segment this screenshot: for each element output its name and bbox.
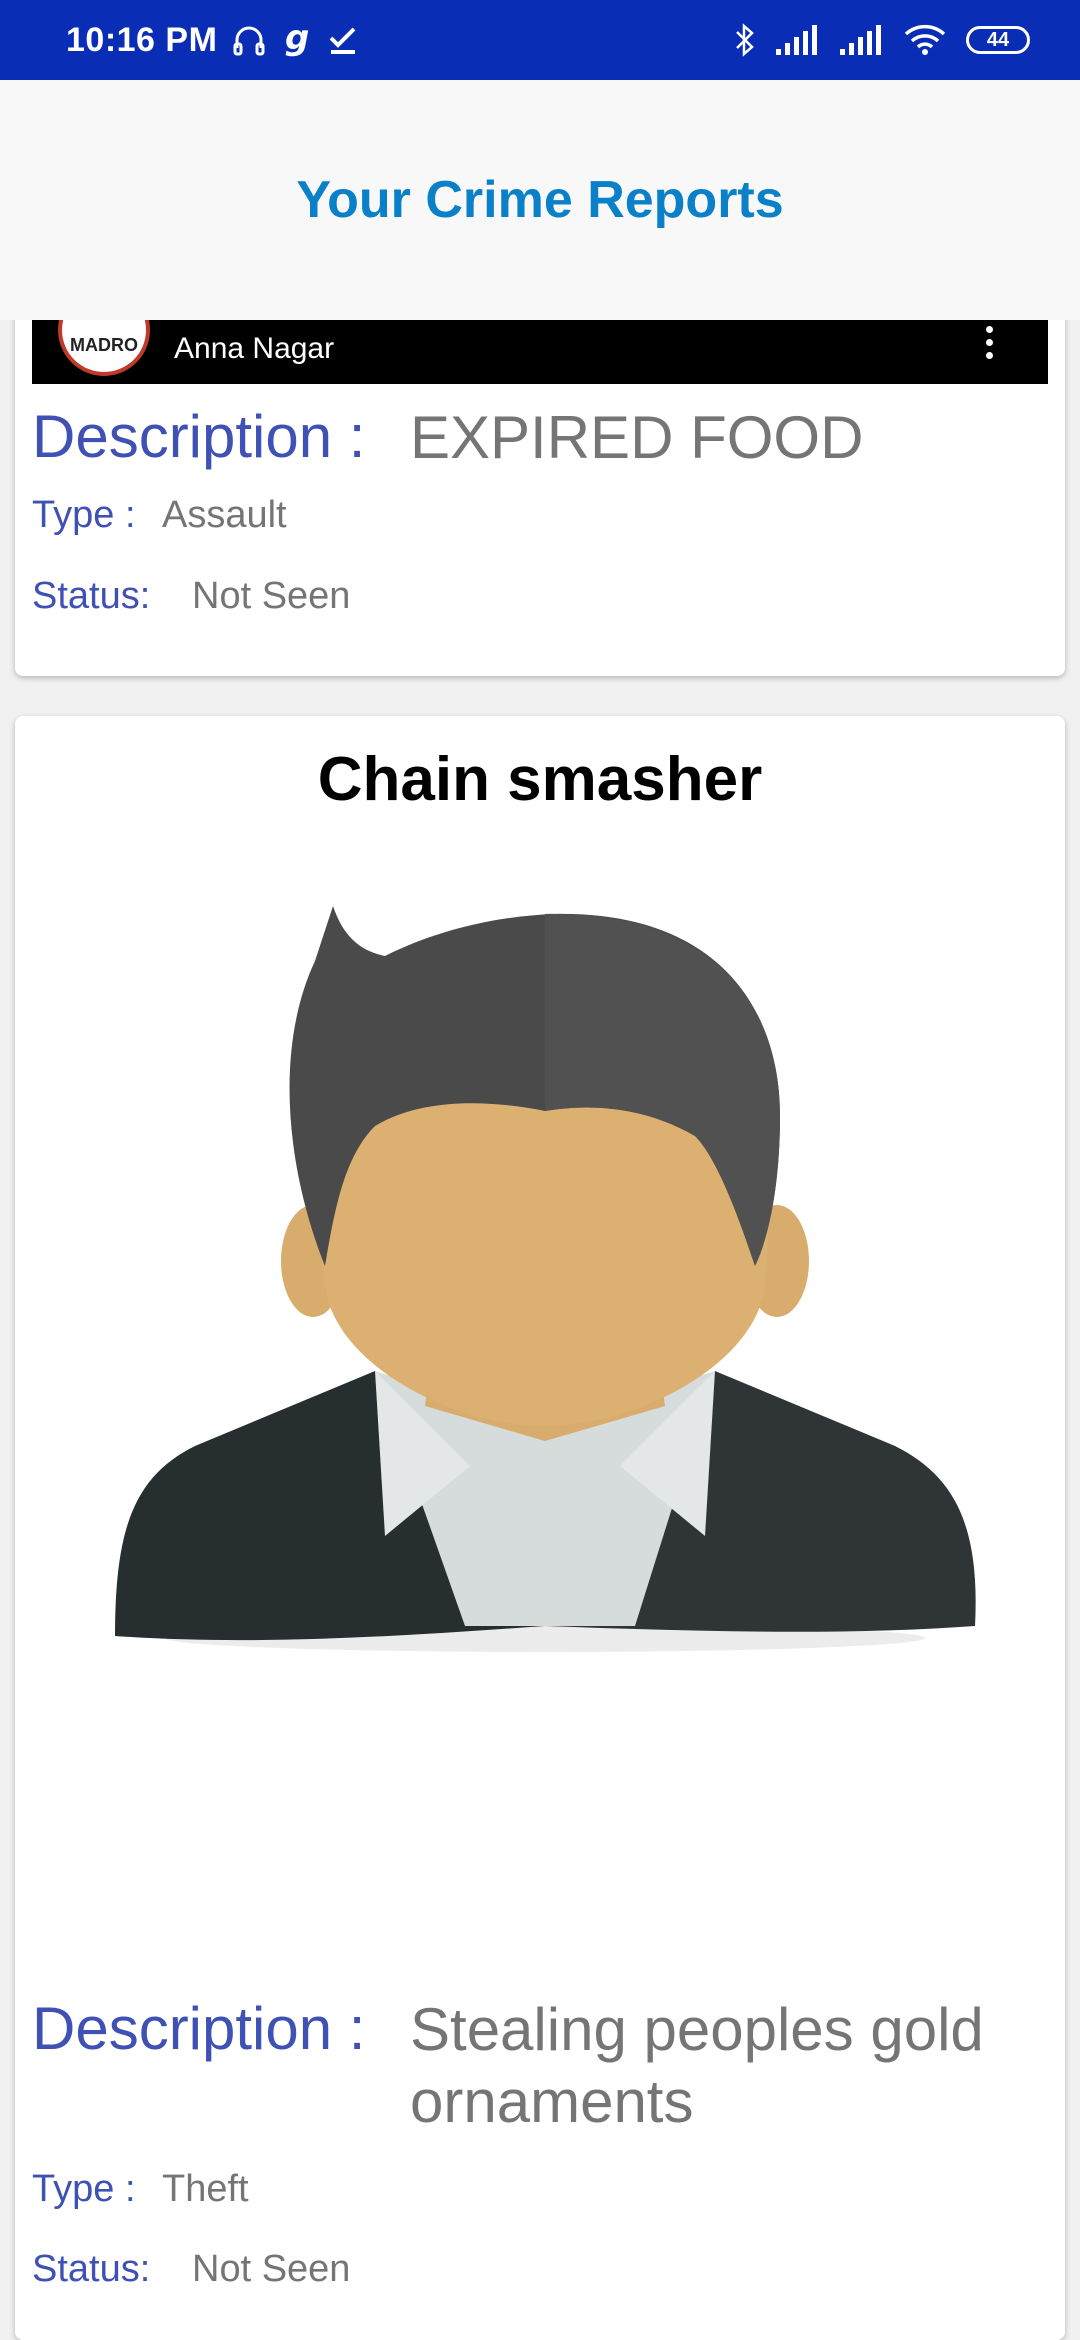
type-row: Type : Theft: [32, 2168, 249, 2211]
signal-icon: [840, 25, 881, 55]
status-value: Not Seen: [192, 575, 351, 617]
wifi-icon: [904, 24, 946, 55]
status-system-icons: 44: [734, 22, 1030, 58]
type-value: Assault: [162, 494, 287, 536]
report-card[interactable]: MADRO Anna Nagar Description : EXPIRED F…: [15, 320, 1065, 676]
description-value: Stealing peoples gold ornaments: [410, 1996, 984, 2135]
type-label: Type :: [32, 2168, 136, 2210]
video-location: Anna Nagar: [174, 332, 335, 365]
battery-icon: 44: [966, 26, 1030, 54]
headphones-icon: [233, 26, 265, 56]
g-app-icon: g: [285, 21, 309, 58]
signal-icon: [776, 25, 817, 55]
video-thumbnail[interactable]: MADRO Anna Nagar: [32, 320, 1048, 384]
page-title: Your Crime Reports: [296, 171, 784, 229]
battery-level: 44: [986, 28, 1010, 51]
description-label: Description :: [32, 403, 366, 470]
bluetooth-icon: [736, 23, 754, 57]
description-row: Description : EXPIRED FOOD: [32, 402, 1050, 474]
status-row: Status: Not Seen: [32, 2248, 350, 2291]
description-row: Description : Stealing peoples gold orna…: [32, 1994, 1050, 2138]
status-label: Status:: [32, 575, 151, 617]
type-label: Type :: [32, 494, 136, 536]
report-title: Chain smasher: [317, 745, 763, 814]
type-value: Theft: [162, 2168, 249, 2210]
more-vert-icon[interactable]: [984, 326, 994, 359]
madro-logo: MADRO: [58, 320, 150, 376]
status-value: Not Seen: [192, 2248, 351, 2290]
person-avatar-icon: [75, 866, 1015, 1666]
svg-text:g: g: [285, 21, 309, 58]
status-label: Status:: [32, 2248, 151, 2290]
app-header: Your Crime Reports: [0, 80, 1080, 320]
reports-list[interactable]: MADRO Anna Nagar Description : EXPIRED F…: [0, 320, 1080, 2340]
report-card[interactable]: Chain smasher Description: Stealing peo…: [15, 716, 1065, 2340]
type-row: Type : Assault: [32, 494, 287, 537]
check-icon: [329, 27, 356, 54]
status-time: 10:16 PM: [66, 20, 218, 59]
description-value: EXPIRED FOOD: [410, 404, 864, 471]
status-bar: 10:16 PM g 44: [0, 0, 1080, 80]
status-notification-icons: g: [231, 21, 359, 59]
description-label: Description :: [32, 1995, 366, 2062]
status-row: Status: Not Seen: [32, 575, 350, 618]
